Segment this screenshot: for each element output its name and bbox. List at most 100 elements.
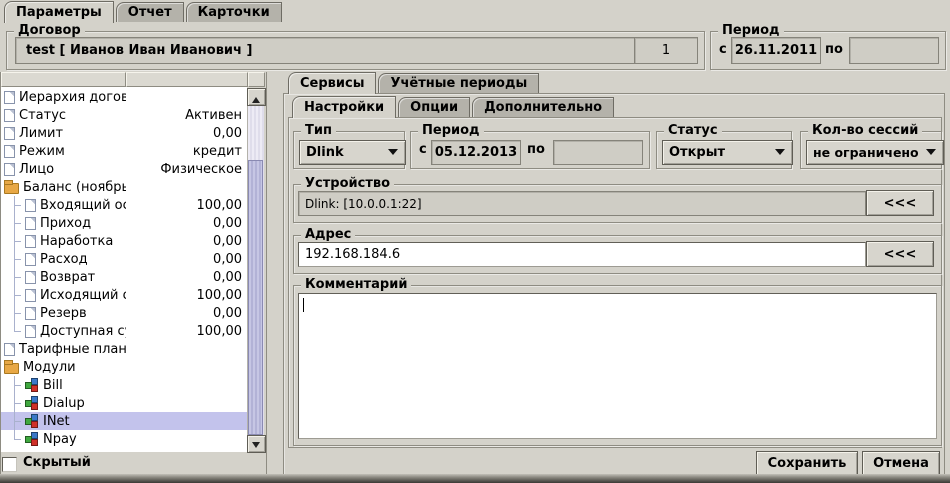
tree-item-modules[interactable]: Модули <box>1 358 247 376</box>
tree-item-name: Исходящий ос <box>1 286 126 304</box>
tree-item-name: Bill <box>1 376 126 394</box>
tree-connector <box>8 304 21 322</box>
contract-period-to-field[interactable] <box>849 37 939 64</box>
tree-item-label: Статус <box>19 108 66 123</box>
tree-item-accrued[interactable]: Наработка0,00 <box>1 232 247 250</box>
doc-icon <box>25 289 36 302</box>
tree-item-name: Наработка <box>1 232 126 250</box>
doc-icon <box>25 235 36 248</box>
doc-icon <box>4 163 15 176</box>
tree-item-name: Баланс (ноябрь 2 <box>1 180 126 195</box>
tab-report[interactable]: Отчет <box>116 2 184 22</box>
comment-group: Комментарий <box>293 285 942 446</box>
tab-settings[interactable]: Настройки <box>292 96 396 118</box>
tree-item-mode[interactable]: Режимкредит <box>1 142 247 160</box>
module-icon <box>25 378 39 392</box>
tree-item-name: Npay <box>1 430 126 448</box>
panel-splitter[interactable] <box>267 72 280 474</box>
service-period-group: Период с 05.12.2013 по <box>410 131 650 169</box>
tree-item-tariff-plans[interactable]: Тарифные планы <box>1 340 247 358</box>
doc-icon <box>4 343 15 356</box>
tree-connector <box>8 376 21 394</box>
tree-connector <box>8 232 21 250</box>
scrollbar-thumb[interactable] <box>248 160 263 435</box>
cancel-button[interactable]: Отмена <box>862 451 940 476</box>
tree-connector <box>8 214 21 232</box>
contract-title-field[interactable]: test [ Иванов Иван Иванович ] <box>15 37 639 64</box>
type-dropdown-value: Dlink <box>306 145 344 160</box>
tree-item-status[interactable]: Статус Активен <box>1 106 247 124</box>
contract-period-from-field[interactable]: 26.11.2011 <box>731 37 821 64</box>
save-button[interactable]: Сохранить <box>756 451 858 476</box>
tree-item-bill[interactable]: Bill <box>1 376 247 394</box>
tab-parameters[interactable]: Параметры <box>4 1 114 23</box>
tree-header-cell <box>248 72 265 87</box>
hidden-checkbox[interactable] <box>2 457 17 472</box>
tree-item-name: Тарифные планы <box>1 342 126 357</box>
module-cube-red <box>31 421 38 428</box>
tree-connector <box>8 322 21 340</box>
device-select-button[interactable]: <<< <box>866 190 934 216</box>
tree-item-label: Модули <box>23 360 76 375</box>
tree-item-incoming-balance[interactable]: Входящий ост100,00 <box>1 196 247 214</box>
address-select-button[interactable]: <<< <box>866 241 934 267</box>
module-cube-red <box>31 403 38 410</box>
window-bottom-edge <box>0 474 950 483</box>
device-field[interactable]: Dlink: [10.0.0.1:22] <box>298 191 866 216</box>
chevron-down-icon <box>388 149 398 160</box>
tree-item-outgoing-balance[interactable]: Исходящий ос100,00 <box>1 286 247 304</box>
tree-item-label: Иерархия догово <box>19 90 126 105</box>
service-period-to-field[interactable] <box>553 140 643 165</box>
tree-item-name: Доступная су <box>1 322 126 340</box>
tab-services[interactable]: Сервисы <box>288 72 376 94</box>
tree-item-name: Приход <box>1 214 126 232</box>
tree-connector <box>8 286 21 304</box>
tab-options[interactable]: Опции <box>398 97 470 117</box>
tree-item-npay[interactable]: Npay <box>1 430 247 448</box>
sessions-dropdown[interactable]: не ограничено <box>806 140 944 165</box>
tree-item-value: Активен <box>126 108 247 123</box>
tree-item-dialup[interactable]: Dialup <box>1 394 247 412</box>
scrollbar-down-button[interactable] <box>247 435 266 453</box>
tree-item-available[interactable]: Доступная су100,00 <box>1 322 247 340</box>
settings-tabs: НастройкиОпцииДополнительно <box>292 97 616 117</box>
tree-item-person[interactable]: ЛицоФизическое <box>1 160 247 178</box>
scrollbar-up-button[interactable] <box>247 88 266 106</box>
tab-cards[interactable]: Карточки <box>186 2 282 22</box>
tree-item-value: Физическое <box>126 162 247 177</box>
type-group-label: Тип <box>301 123 336 139</box>
sessions-group-label: Кол-во сессий <box>808 123 922 139</box>
sessions-dropdown-value: не ограничено <box>813 145 919 160</box>
tree-item-income[interactable]: Приход0,00 <box>1 214 247 232</box>
tree-item-balance[interactable]: Баланс (ноябрь 2 <box>1 178 247 196</box>
tree-connector <box>8 430 21 448</box>
tree-item-label: Доступная су <box>40 324 126 339</box>
tree-item-refund[interactable]: Возврат0,00 <box>1 268 247 286</box>
tree-item-value: 0,00 <box>126 252 247 267</box>
service-period-from-field[interactable]: 05.12.2013 <box>431 140 521 165</box>
doc-icon <box>25 325 36 338</box>
tree-item-name: Dialup <box>1 394 126 412</box>
tree-item-value: 0,00 <box>126 216 247 231</box>
tree-item-hierarchy[interactable]: Иерархия догово <box>1 88 247 106</box>
comment-textarea[interactable] <box>298 293 937 439</box>
tree-item-value: кредит <box>126 144 247 159</box>
status-group-label: Статус <box>664 123 722 139</box>
doc-icon <box>25 307 36 320</box>
tree-item-value: 100,00 <box>126 198 247 213</box>
module-icon <box>25 432 39 446</box>
address-group: Адрес 192.168.184.6 <<< <box>293 235 942 274</box>
tree-item-reserve[interactable]: Резерв0,00 <box>1 304 247 322</box>
service-period-group-label: Период <box>418 123 484 139</box>
tree-item-inet[interactable]: INet <box>1 412 247 430</box>
tree-item-limit[interactable]: Лимит0,00 <box>1 124 247 142</box>
status-dropdown[interactable]: Открыт <box>662 140 793 165</box>
doc-icon <box>4 127 15 140</box>
tab-additional[interactable]: Дополнительно <box>472 97 614 117</box>
tree-item-expense[interactable]: Расход0,00 <box>1 250 247 268</box>
address-field[interactable]: 192.168.184.6 <box>298 242 866 267</box>
tab-accounting-periods[interactable]: Учётные периоды <box>378 73 539 93</box>
doc-icon <box>25 271 36 284</box>
contract-count-field[interactable]: 1 <box>634 37 698 64</box>
type-dropdown[interactable]: Dlink <box>299 140 406 165</box>
